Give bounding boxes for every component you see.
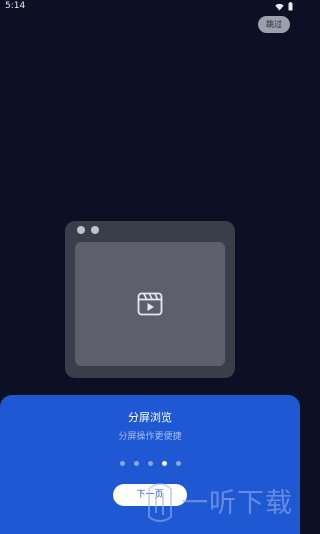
split-screen-illustration	[65, 221, 235, 378]
video-clip-icon	[137, 292, 163, 316]
onboarding-title: 分屏浏览	[128, 411, 172, 424]
mock-window-titlebar	[65, 221, 235, 238]
mock-window-screen	[75, 242, 225, 366]
watermark: 一听下载	[145, 475, 297, 530]
page-dot-active[interactable]	[161, 461, 167, 466]
window-dot-icon	[77, 226, 85, 234]
watermark-logo-icon	[148, 483, 172, 522]
battery-icon	[288, 2, 293, 11]
window-dot-icon	[91, 226, 99, 234]
watermark-text: 一听下载	[181, 488, 293, 519]
page-indicator	[0, 461, 300, 466]
page-dot[interactable]	[133, 461, 139, 466]
status-icons	[275, 2, 293, 11]
page-dot[interactable]	[119, 461, 125, 466]
onboarding-subtitle: 分屏操作更便捷	[118, 432, 182, 442]
status-bar: 5:14	[0, 0, 300, 14]
page-dot[interactable]	[147, 461, 153, 466]
page-dot[interactable]	[175, 461, 181, 466]
status-time: 5:14	[5, 1, 26, 11]
wifi-icon	[275, 3, 284, 10]
skip-button[interactable]: 跳过	[258, 16, 290, 33]
